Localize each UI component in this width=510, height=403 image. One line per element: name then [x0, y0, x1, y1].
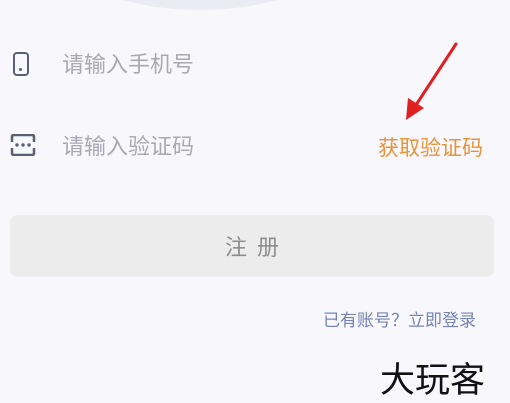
- register-button[interactable]: 注册: [10, 215, 494, 277]
- watermark-text: 大玩客: [380, 361, 486, 401]
- decorative-top-arc: [40, 0, 360, 10]
- get-code-button[interactable]: 获取验证码: [378, 132, 483, 162]
- verification-code-input[interactable]: [62, 130, 322, 164]
- phone-input[interactable]: [62, 48, 362, 82]
- smartphone-icon: [13, 52, 29, 76]
- verification-code-icon: [10, 134, 36, 156]
- login-link[interactable]: 已有账号？立即登录: [323, 306, 476, 331]
- annotation-arrow: [406, 42, 458, 120]
